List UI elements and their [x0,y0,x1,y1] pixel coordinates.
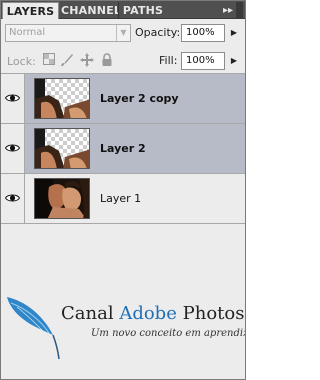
layer-thumbnail [34,128,90,169]
move-icon[interactable] [79,53,95,69]
chevron-down-icon[interactable]: ▼ [116,25,130,41]
panel-collapse-handle[interactable] [236,2,243,18]
eye-icon [5,94,20,102]
lock-fill-row: Lock: Fill: 100% ▶ [1,49,245,73]
blend-mode-value: Normal [9,27,46,38]
blend-opacity-row: Normal ▼ Opacity: 100% ▶ [1,21,245,45]
tab-channels[interactable]: CHANNEL [61,2,119,19]
fill-slider-arrow-icon[interactable]: ▶ [226,52,242,70]
visibility-toggle[interactable] [1,174,25,223]
brand-title: Canal Adobe Photoshop [61,303,245,324]
opacity-label: Opacity: [135,26,181,39]
lock-transparent-icon[interactable] [41,53,57,69]
fill-input[interactable]: 100% [181,52,225,70]
layers-panel: LAYERS CHANNEL PATHS ▸▸ Normal ▼ Opacity… [0,0,246,380]
brand-part-photoshop: Photoshop [182,303,245,324]
layer-row[interactable]: Layer 1 [1,173,245,223]
eye-icon [5,194,20,202]
opacity-slider-arrow-icon[interactable]: ▶ [226,24,242,42]
tab-layers[interactable]: LAYERS [2,2,59,19]
brand-part-canal: Canal [61,303,114,324]
layer-thumbnail [34,78,90,119]
eye-icon [5,144,20,152]
panel-tab-bar: LAYERS CHANNEL PATHS ▸▸ [1,1,245,19]
brand-part-adobe: Adobe [119,303,177,324]
lock-icon[interactable] [99,53,115,69]
lock-label: Lock: [7,55,36,68]
tab-paths[interactable]: PATHS [121,2,165,19]
visibility-toggle[interactable] [1,124,25,173]
brand-tagline: Um novo conceito em aprendizado [91,328,245,339]
panel-menu-icon[interactable]: ▸▸ [223,2,233,16]
opacity-input[interactable]: 100% [181,24,225,42]
brand-watermark: Canal Adobe Photoshop Um novo conceito e… [1,291,245,361]
blend-mode-select[interactable]: Normal ▼ [5,24,131,42]
layer-row[interactable]: Layer 2 copy [1,73,245,123]
feather-logo [7,297,60,360]
fill-label: Fill: [159,54,178,67]
layer-name[interactable]: Layer 2 [100,142,146,155]
layers-list: Layer 2 copy Layer 2 Layer 1 [1,73,245,223]
layer-row[interactable]: Layer 2 [1,123,245,173]
layer-name[interactable]: Layer 2 copy [100,92,179,105]
layer-thumbnail [34,178,90,219]
visibility-toggle[interactable] [1,74,25,123]
list-divider [1,223,245,224]
layer-name[interactable]: Layer 1 [100,192,141,205]
brush-icon[interactable] [59,53,75,69]
